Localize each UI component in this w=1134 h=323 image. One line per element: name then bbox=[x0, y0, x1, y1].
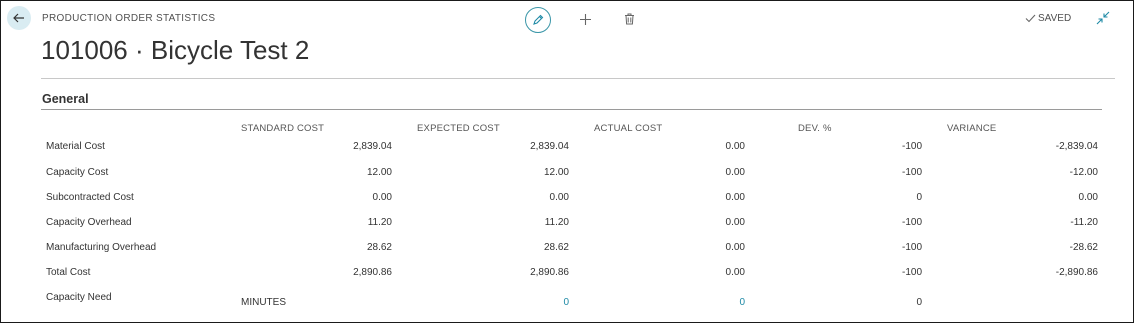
plus-icon bbox=[579, 13, 591, 25]
new-button[interactable] bbox=[575, 9, 595, 29]
row-label: Capacity Overhead bbox=[46, 217, 132, 228]
variance-value: -28.62 bbox=[1069, 242, 1098, 253]
arrow-left-icon bbox=[13, 13, 24, 23]
dev-percent-value: 0 bbox=[916, 192, 922, 203]
pencil-icon bbox=[533, 14, 544, 25]
dev-percent-value: -100 bbox=[901, 167, 922, 178]
expected-cost-value: 28.62 bbox=[543, 242, 569, 253]
standard-cost-value: 12.00 bbox=[366, 167, 392, 178]
standard-cost-value: 28.62 bbox=[366, 242, 392, 253]
col-header-standard-cost: STANDARD COST bbox=[241, 123, 325, 134]
collapse-button[interactable] bbox=[1095, 10, 1111, 26]
col-header-dev-percent: DEV. % bbox=[798, 123, 832, 134]
row-label: Manufacturing Overhead bbox=[46, 242, 157, 253]
variance-value: 0.00 bbox=[1078, 192, 1098, 203]
actual-cost-value: 0.00 bbox=[725, 141, 745, 152]
variance-value: -12.00 bbox=[1069, 167, 1098, 178]
expected-cost-value: 0.00 bbox=[549, 192, 569, 203]
col-header-expected-cost: EXPECTED COST bbox=[417, 123, 500, 134]
actual-cost-value: 0.00 bbox=[725, 192, 745, 203]
actual-cost-value: 0.00 bbox=[725, 167, 745, 178]
capacity-unit: MINUTES bbox=[241, 297, 286, 308]
variance-value: -2,839.04 bbox=[1055, 141, 1098, 152]
section-divider bbox=[41, 109, 1102, 110]
variance-value: -2,890.86 bbox=[1055, 267, 1098, 278]
expected-cost-value: 11.20 bbox=[544, 217, 569, 228]
row-label: Subcontracted Cost bbox=[46, 192, 134, 203]
page-frame: PRODUCTION ORDER STATISTICS 101006 · Bic… bbox=[0, 0, 1134, 323]
row-label: Total Cost bbox=[46, 267, 91, 278]
expected-cost-value: 2,890.86 bbox=[530, 267, 569, 278]
dev-percent-value: -100 bbox=[901, 242, 922, 253]
dev-percent-value: 0 bbox=[916, 297, 922, 308]
expected-cost-value: 2,839.04 bbox=[530, 141, 569, 152]
standard-cost-value: 11.20 bbox=[367, 217, 392, 228]
row-label: Capacity Need bbox=[46, 292, 112, 303]
standard-cost-value: 2,890.86 bbox=[353, 267, 392, 278]
header-divider bbox=[41, 78, 1115, 79]
saved-label: SAVED bbox=[1038, 13, 1072, 24]
standard-cost-value: 2,839.04 bbox=[353, 141, 392, 152]
dev-percent-value: -100 bbox=[901, 217, 922, 228]
trash-icon bbox=[624, 13, 634, 25]
section-title-general[interactable]: General bbox=[42, 92, 89, 106]
variance-value: -11.20 bbox=[1070, 217, 1098, 228]
collapse-icon bbox=[1096, 11, 1110, 25]
saved-status: SAVED bbox=[1025, 13, 1071, 24]
expected-capacity-link[interactable]: 0 bbox=[479, 297, 569, 308]
col-header-actual-cost: ACTUAL COST bbox=[594, 123, 663, 134]
delete-button[interactable] bbox=[619, 9, 639, 29]
col-header-variance: VARIANCE bbox=[947, 123, 997, 134]
edit-button[interactable] bbox=[525, 7, 551, 33]
page-title: 101006 · Bicycle Test 2 bbox=[41, 35, 310, 65]
standard-cost-value: 0.00 bbox=[372, 192, 392, 203]
checkmark-icon bbox=[1025, 14, 1036, 23]
row-label: Material Cost bbox=[46, 141, 105, 152]
expected-cost-value: 12.00 bbox=[543, 167, 569, 178]
row-label: Capacity Cost bbox=[46, 167, 109, 178]
page-caption: PRODUCTION ORDER STATISTICS bbox=[42, 13, 216, 24]
back-button[interactable] bbox=[7, 6, 31, 30]
actual-capacity-link[interactable]: 0 bbox=[655, 297, 745, 308]
actual-cost-value: 0.00 bbox=[725, 242, 745, 253]
actual-cost-value: 0.00 bbox=[725, 267, 745, 278]
dev-percent-value: -100 bbox=[901, 267, 922, 278]
dev-percent-value: -100 bbox=[901, 141, 922, 152]
actual-cost-value: 0.00 bbox=[725, 217, 745, 228]
